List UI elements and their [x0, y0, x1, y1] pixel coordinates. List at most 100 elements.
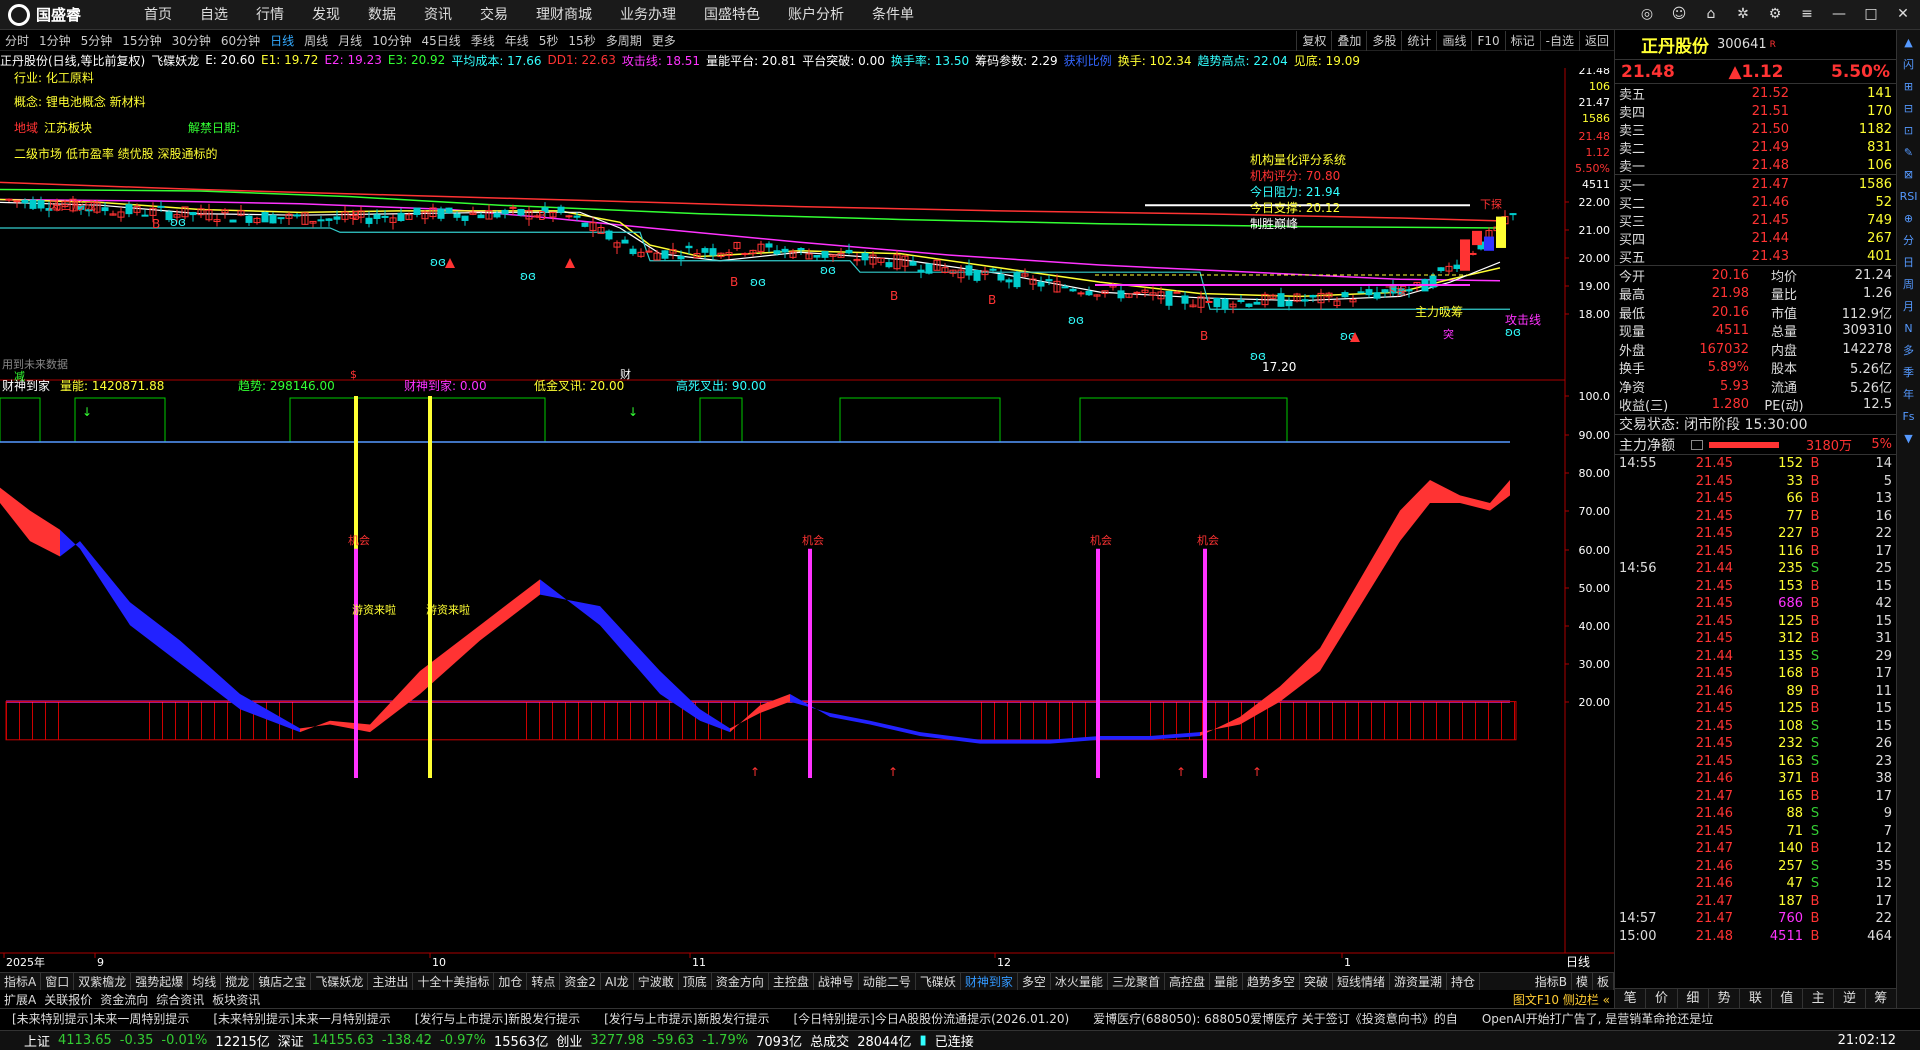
app-logo[interactable]: 国盛睿 — [0, 3, 130, 26]
period-tab[interactable]: 季线 — [466, 32, 500, 49]
menu-item[interactable]: 自选 — [186, 0, 242, 30]
side-tool-icon[interactable]: RSI — [1900, 188, 1918, 206]
period-tab[interactable]: 多周期 — [601, 32, 647, 49]
menu-item[interactable]: 业务办理 — [606, 0, 690, 30]
extension-tab[interactable]: 资金流向 — [96, 991, 152, 1008]
user-icon[interactable]: ☺ — [1668, 3, 1690, 25]
indicator-tab[interactable]: 冰火量能 — [1051, 973, 1108, 990]
menu-item[interactable]: 条件单 — [858, 0, 928, 30]
period-tab[interactable]: 45日线 — [416, 32, 465, 49]
side-tool-icon[interactable]: 多 — [1900, 342, 1918, 360]
extension-tab[interactable]: 扩展A — [0, 991, 40, 1008]
period-tab[interactable]: 周线 — [299, 32, 333, 49]
extension-tab[interactable]: 板块资讯 — [208, 991, 264, 1008]
indicator-tab[interactable]: 资金2 — [560, 973, 602, 990]
period-tab[interactable]: 15分钟 — [117, 32, 166, 49]
news-item[interactable]: OpenAI开始打广告了, 是营销革命抢还是垃 — [1470, 1010, 1725, 1027]
chart-tool-button[interactable]: 多股 — [1366, 31, 1401, 51]
period-tab[interactable]: 分时 — [0, 32, 34, 49]
menu-item[interactable]: 资讯 — [410, 0, 466, 30]
message-icon[interactable]: ◎ — [1636, 3, 1658, 25]
maximize-icon[interactable]: □ — [1860, 3, 1882, 25]
menu-item[interactable]: 行情 — [242, 0, 298, 30]
quote-tab[interactable]: 逆 — [1834, 989, 1866, 1008]
indicator-tab[interactable]: 资金方向 — [712, 973, 769, 990]
side-tool-icon[interactable]: ⊕ — [1900, 210, 1918, 228]
chart-tool-button[interactable]: 叠加 — [1331, 31, 1366, 51]
menu-item[interactable]: 首页 — [130, 0, 186, 30]
chart-tool-button[interactable]: 标记 — [1504, 31, 1540, 51]
period-tab[interactable]: 60分钟 — [216, 32, 265, 49]
indicator-tab[interactable]: 十全十美指标 — [413, 973, 495, 990]
menu-item[interactable]: 数据 — [354, 0, 410, 30]
side-tool-icon[interactable]: 日 — [1900, 254, 1918, 272]
indicator-tab[interactable]: 指标A — [0, 973, 42, 990]
indicator-tab[interactable]: 三龙聚首 — [1108, 973, 1165, 990]
indicator-tab-right[interactable]: 模 — [1572, 973, 1593, 990]
quote-tab[interactable]: 联 — [1740, 989, 1772, 1008]
extension-tab[interactable]: 关联报价 — [40, 991, 96, 1008]
indicator-tab[interactable]: 突破 — [1300, 973, 1334, 990]
news-item[interactable]: [未来特别提示]未来一月特别提示 — [201, 1010, 402, 1027]
news-item[interactable]: [未来特别提示]未来一周特别提示 — [0, 1010, 201, 1027]
side-tool-icon[interactable]: Fs — [1900, 408, 1918, 426]
indicator-tab[interactable]: 趋势多空 — [1243, 973, 1300, 990]
side-tool-icon[interactable]: ▲ — [1900, 34, 1918, 52]
quote-tab[interactable]: 值 — [1772, 989, 1803, 1008]
side-tool-icon[interactable]: N — [1900, 320, 1918, 338]
side-tool-icon[interactable]: ⊞ — [1900, 78, 1918, 96]
ask-row[interactable]: 卖三 21.50 1182 — [1615, 120, 1896, 139]
side-tool-icon[interactable]: 季 — [1900, 364, 1918, 382]
side-tool-icon[interactable]: ⊟ — [1900, 100, 1918, 118]
settings-icon[interactable]: ⚙ — [1764, 3, 1786, 25]
side-tool-icon[interactable]: ⊡ — [1900, 122, 1918, 140]
indicator-tab[interactable]: 游资量潮 — [1390, 973, 1448, 990]
indicator-tab[interactable]: 量能 — [1210, 973, 1243, 990]
ask-row[interactable]: 卖一 21.48 106 — [1615, 156, 1896, 175]
chart-tool-button[interactable]: 返回 — [1578, 31, 1614, 51]
chart-tool-button[interactable]: 画线 — [1436, 31, 1471, 51]
kline-chart[interactable]: 21.48 106 21.47 1586 21.48 1.12 5.50% 4511 22.00… — [0, 68, 1614, 988]
news-item[interactable]: [今日特别提示]今日A股股份流通提示(2026.01.20) — [782, 1010, 1082, 1027]
menu-icon[interactable]: ≡ — [1796, 3, 1818, 25]
bid-row[interactable]: 买五 21.43 401 — [1615, 247, 1896, 266]
period-tab[interactable]: 10分钟 — [367, 32, 416, 49]
period-tab[interactable]: 15秒 — [563, 32, 600, 49]
bid-row[interactable]: 买二 21.46 52 — [1615, 193, 1896, 212]
indicator-tab-right[interactable]: 板 — [1593, 973, 1614, 990]
bid-row[interactable]: 买四 21.44 267 — [1615, 229, 1896, 248]
news-item[interactable]: [发行与上市提示]新股发行提示 — [403, 1010, 592, 1027]
indicator-tab[interactable]: 主控盘 — [769, 973, 814, 990]
side-panel-toggle[interactable]: 图文F10 侧边栏 « — [1509, 991, 1614, 1008]
indicator-tab[interactable]: 多空 — [1018, 973, 1051, 990]
chart-tool-button[interactable]: 统计 — [1401, 31, 1436, 51]
period-tab[interactable]: 日线 — [265, 32, 299, 49]
indicator-tab[interactable]: 加仓 — [494, 973, 528, 990]
side-tool-icon[interactable]: 分 — [1900, 232, 1918, 250]
indicator-tab[interactable]: AI龙 — [601, 973, 634, 990]
minimize-icon[interactable]: — — [1828, 3, 1850, 25]
close-icon[interactable]: ✕ — [1892, 3, 1914, 25]
indicator-tab[interactable]: 飞碟妖 — [916, 973, 961, 990]
indicator-tab[interactable]: 均线 — [188, 973, 222, 990]
indicator-tab[interactable]: 窗口 — [41, 973, 75, 990]
period-tab[interactable]: 5秒 — [534, 32, 564, 49]
side-tool-icon[interactable]: 周 — [1900, 276, 1918, 294]
quote-tab[interactable]: 主 — [1803, 989, 1835, 1008]
indicator-tab[interactable]: 转点 — [527, 973, 561, 990]
side-tool-icon[interactable]: 闪 — [1900, 56, 1918, 74]
indicator-tab[interactable]: 短线情绪 — [1333, 973, 1391, 990]
indicator-tab[interactable]: 动能二号 — [859, 973, 916, 990]
quote-tab[interactable]: 筹 — [1866, 989, 1897, 1008]
indicator-tab[interactable]: 强势起爆 — [131, 973, 189, 990]
period-tab[interactable]: 5分钟 — [76, 32, 118, 49]
indicator-tab-right[interactable]: 指标B — [1531, 973, 1572, 990]
indicator-tab[interactable]: 高控盘 — [1165, 973, 1210, 990]
ask-row[interactable]: 卖五 21.52 141 — [1615, 84, 1896, 103]
indicator-tab[interactable]: 镇店之宝 — [254, 973, 312, 990]
period-tab[interactable]: 更多 — [647, 32, 681, 49]
chart-tool-button[interactable]: F10 — [1471, 31, 1504, 51]
indicator-tab[interactable]: 财神到家 — [961, 973, 1018, 990]
news-item[interactable]: 爱博医疗(688050): 688050爱博医疗 关于签订《投资意向书》的自 — [1081, 1010, 1470, 1027]
skin-icon[interactable]: ✲ — [1732, 3, 1754, 25]
